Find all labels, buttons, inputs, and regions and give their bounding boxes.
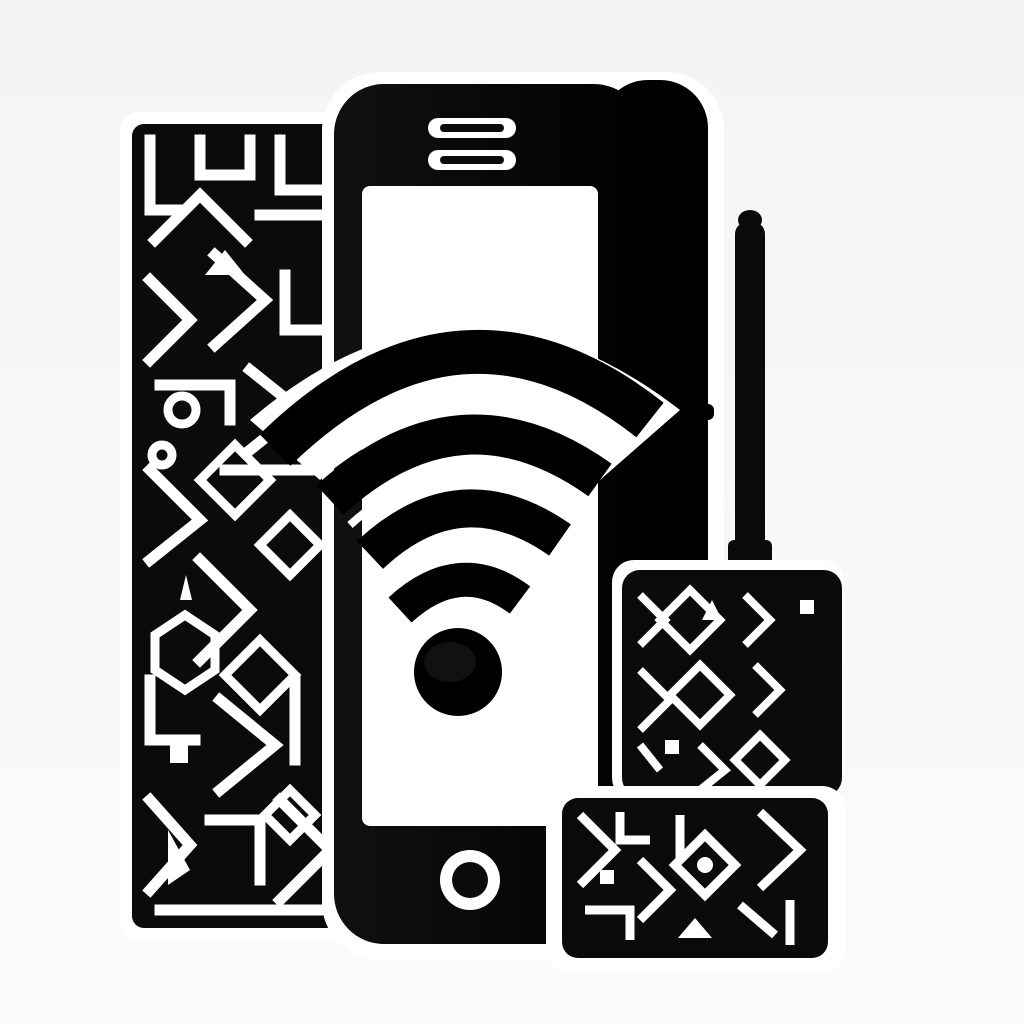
wireless-router-device — [612, 560, 844, 800]
illustration — [0, 0, 1024, 1024]
home-button-icon — [440, 850, 500, 910]
illustration-canvas — [0, 0, 1024, 1024]
qr-pattern-tile — [546, 786, 846, 972]
